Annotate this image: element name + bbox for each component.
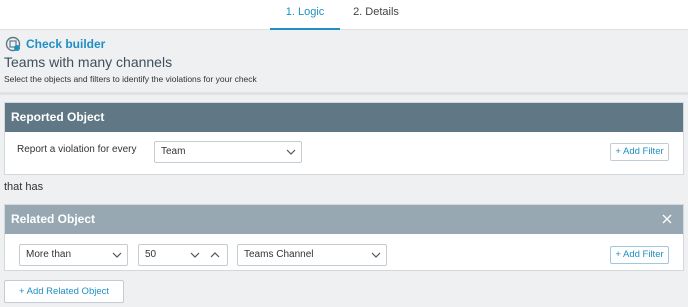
count-value: 50 [145, 249, 157, 260]
tab-details[interactable]: 2. Details [348, 0, 404, 30]
header-divider [0, 92, 688, 95]
reported-object-value: Team [161, 146, 186, 157]
chevron-down-icon [112, 252, 122, 258]
connector-text: that has [4, 181, 44, 193]
reported-add-filter-button[interactable]: + Add Filter [610, 143, 669, 161]
related-add-filter-button[interactable]: + Add Filter [610, 246, 669, 264]
chevron-down-icon [371, 252, 381, 258]
check-builder-link[interactable]: Check builder [26, 37, 105, 51]
related-object-select[interactable]: Teams Channel [237, 244, 387, 266]
check-builder-icon [5, 36, 21, 52]
page-title: Teams with many channels [4, 54, 173, 70]
reported-object-panel: Reported Object Report a violation for e… [4, 102, 684, 175]
reported-object-heading: Reported Object [5, 103, 683, 132]
page-subtitle: Select the objects and filters to identi… [4, 74, 257, 84]
related-object-heading: Related Object [5, 205, 683, 234]
count-stepper[interactable]: 50 [138, 244, 228, 266]
chevron-down-icon[interactable] [189, 249, 201, 261]
tab-bar: 1. Logic 2. Details [0, 0, 688, 30]
comparison-select[interactable]: More than [19, 244, 128, 266]
tab-logic[interactable]: 1. Logic [270, 0, 340, 30]
chevron-up-icon[interactable] [209, 249, 221, 261]
related-object-panel: Related Object More than 50 Teams Channe… [4, 204, 684, 271]
close-icon[interactable] [661, 213, 673, 225]
add-related-object-button[interactable]: + Add Related Object [4, 280, 124, 303]
related-object-value: Teams Channel [244, 249, 314, 260]
report-violation-label: Report a violation for every [17, 144, 137, 155]
comparison-value: More than [26, 249, 72, 260]
reported-object-select[interactable]: Team [154, 141, 302, 163]
chevron-down-icon [286, 149, 296, 155]
